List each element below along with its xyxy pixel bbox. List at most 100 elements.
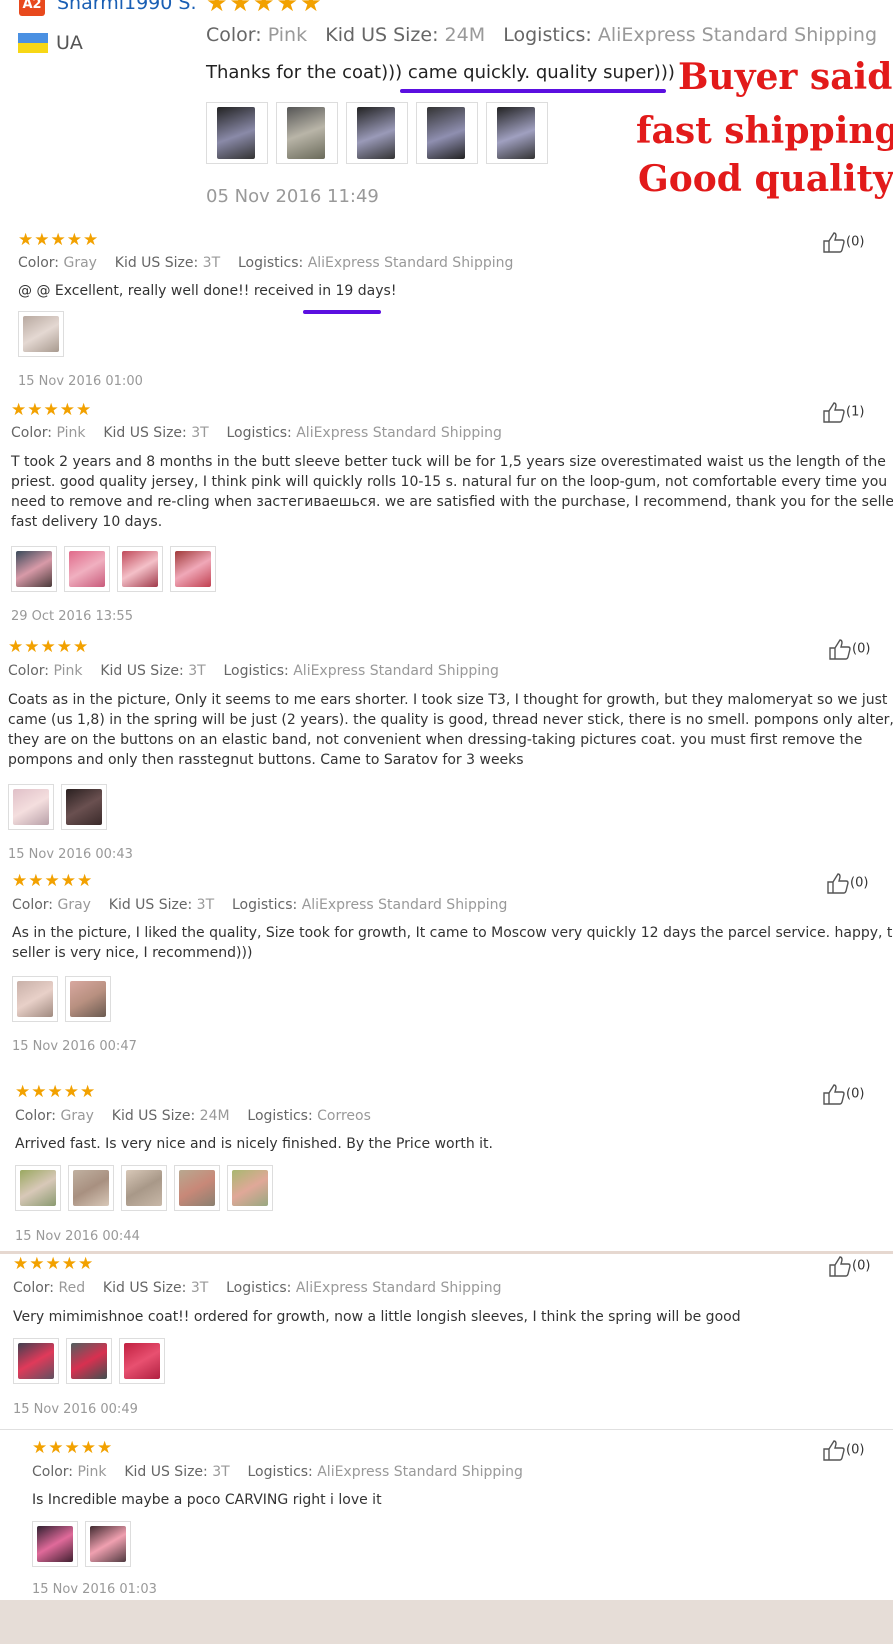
review-photo[interactable] <box>85 1521 131 1567</box>
thumbs-up-icon <box>827 873 849 894</box>
review-text-line: As in the picture, I liked the quality, … <box>12 925 893 941</box>
review-photo[interactable] <box>68 1165 114 1211</box>
review-photo[interactable] <box>117 546 163 592</box>
review-date: 15 Nov 2016 01:00 <box>18 374 143 389</box>
review-photo[interactable] <box>32 1521 78 1567</box>
thumbs-up-icon <box>823 232 845 253</box>
review-text: As in the picture, I liked the quality, … <box>12 923 893 963</box>
rating-stars: ★★★★★ <box>206 0 324 17</box>
like-button[interactable]: (0) <box>828 638 870 660</box>
like-button[interactable]: (0) <box>828 1255 870 1277</box>
like-button[interactable]: (0) <box>822 231 864 253</box>
logistics-label: Logistics: <box>226 425 292 441</box>
review-photo[interactable] <box>227 1165 273 1211</box>
highlight-underline <box>303 310 381 314</box>
review-text-line: fast delivery 10 days. <box>11 514 163 530</box>
color-label: Color: <box>13 1280 55 1296</box>
page-footer-strip <box>0 1600 893 1644</box>
review-text-line: they are on the buttons on an elastic ba… <box>8 732 863 748</box>
thumbs-up-icon <box>829 1256 851 1277</box>
logistics-label: Logistics: <box>237 255 304 271</box>
review-photo[interactable] <box>61 784 107 830</box>
like-button[interactable]: (0) <box>826 872 868 894</box>
username-link[interactable]: Sharmi1990 S. <box>57 0 197 14</box>
logistics-value: AliExpress Standard Shipping <box>301 897 508 913</box>
product-attributes: Color: Pink Kid US Size: 24M Logistics: … <box>206 24 877 46</box>
color-label: Color: <box>11 425 53 441</box>
review-photo[interactable] <box>346 102 408 164</box>
size-value: 3T <box>212 1464 230 1480</box>
color-value: Pink <box>53 663 83 679</box>
thumbs-up-icon <box>823 402 845 423</box>
like-button[interactable]: (0) <box>822 1083 864 1105</box>
review-text-line: need to remove and re-cling when застеги… <box>11 494 893 510</box>
like-button[interactable]: (1) <box>822 401 864 423</box>
review-text: @ @ Excellent, really well done!! receiv… <box>18 283 397 299</box>
thumbs-up-icon <box>829 639 851 660</box>
like-button[interactable]: (0) <box>822 1439 864 1461</box>
color-value: Pink <box>267 24 308 46</box>
logistics-value: AliExpress Standard Shipping <box>597 24 878 46</box>
annotation-line-2: fast shipping <box>636 110 893 152</box>
review-photo[interactable] <box>8 784 54 830</box>
highlight-underline <box>400 89 666 93</box>
review-text: Thanks for the coat))) came quickly. qua… <box>206 62 675 83</box>
review-photo[interactable] <box>11 546 57 592</box>
logistics-label: Logistics: <box>223 663 289 679</box>
review-photo[interactable] <box>416 102 478 164</box>
like-count: (0) <box>846 1442 865 1458</box>
review-text: Coats as in the picture, Only it seems t… <box>8 690 893 770</box>
review-photo[interactable] <box>174 1165 220 1211</box>
color-value: Pink <box>56 425 86 441</box>
review-photo[interactable] <box>121 1165 167 1211</box>
rating-stars: ★★★★★ <box>15 1082 97 1102</box>
review-text-line: seller is very nice, I recommend))) <box>12 945 253 961</box>
review-date: 29 Oct 2016 13:55 <box>11 609 133 624</box>
review-text-line: pompons and only then rasstegnut buttons… <box>8 752 524 768</box>
size-label: Kid US Size: <box>114 255 199 271</box>
color-value: Gray <box>60 1108 94 1124</box>
review-photo[interactable] <box>13 1338 59 1384</box>
thumbs-up-icon <box>823 1440 845 1461</box>
review-photo[interactable] <box>119 1338 165 1384</box>
rating-stars: ★★★★★ <box>12 871 94 891</box>
review-photo[interactable] <box>170 546 216 592</box>
logistics-value: AliExpress Standard Shipping <box>293 663 499 679</box>
rating-stars: ★★★★★ <box>32 1438 114 1458</box>
annotation-line-1: Buyer said <box>678 56 893 98</box>
logistics-label: Logistics: <box>247 1464 313 1480</box>
review-photo[interactable] <box>66 1338 112 1384</box>
review-photo[interactable] <box>486 102 548 164</box>
product-attributes: Color: Gray Kid US Size: 3T Logistics: A… <box>12 897 507 913</box>
review-photo[interactable] <box>206 102 268 164</box>
logistics-label: Logistics: <box>226 1280 292 1296</box>
flag-icon <box>18 33 48 53</box>
review-photo[interactable] <box>64 546 110 592</box>
size-label: Kid US Size: <box>103 425 187 441</box>
review-photo[interactable] <box>18 311 64 357</box>
color-label: Color: <box>12 897 54 913</box>
level-badge: A2 <box>19 0 45 16</box>
review-photo[interactable] <box>15 1165 61 1211</box>
review-date: 15 Nov 2016 00:49 <box>13 1402 138 1417</box>
color-label: Color: <box>32 1464 74 1480</box>
logistics-value: Correos <box>317 1108 371 1124</box>
review-item: ★★★★★ (1) Color: Pink Kid US Size: 3T Lo… <box>0 397 893 628</box>
product-attributes: Color: Gray Kid US Size: 3T Logistics: A… <box>18 255 513 271</box>
review-text-line: came (us 1,8) in the spring will be just… <box>8 712 893 728</box>
size-label: Kid US Size: <box>124 1464 208 1480</box>
review-item: ★★★★★ (0) Color: Gray Kid US Size: 24M L… <box>0 1073 893 1251</box>
review-photo[interactable] <box>12 976 58 1022</box>
color-label: Color: <box>206 24 262 46</box>
review-photo[interactable] <box>65 976 111 1022</box>
size-value: 3T <box>202 255 221 271</box>
annotation-line-3: Good quality <box>638 158 893 200</box>
review-text: Is Incredible maybe a poco CARVING right… <box>32 1492 382 1508</box>
logistics-label: Logistics: <box>247 1108 313 1124</box>
review-photo[interactable] <box>276 102 338 164</box>
like-count: (0) <box>846 234 865 250</box>
like-count: (1) <box>846 404 865 420</box>
size-value: 3T <box>196 897 215 913</box>
color-value: Pink <box>77 1464 107 1480</box>
size-label: Kid US Size: <box>111 1108 196 1124</box>
